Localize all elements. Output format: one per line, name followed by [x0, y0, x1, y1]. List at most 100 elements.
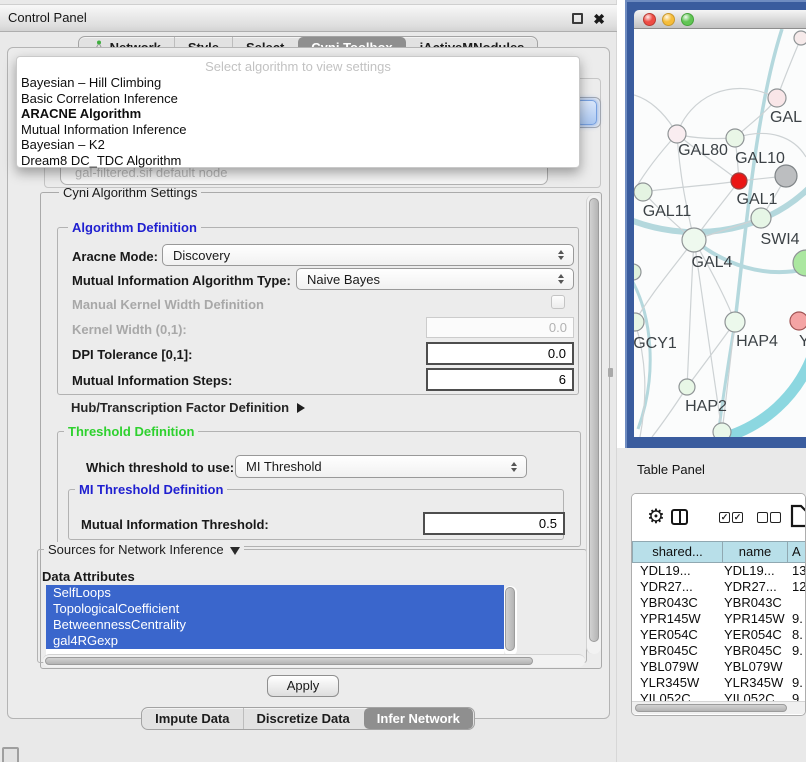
network-node[interactable]	[634, 264, 641, 280]
table-row[interactable]: YER054CYER054C8.	[632, 627, 806, 643]
dropdown-item-aracne-algorithm[interactable]: ARACNE Algorithm	[17, 106, 579, 122]
table-row[interactable]: YDL19... YDL19... 13	[632, 563, 806, 579]
mi-type-value: Naive Bayes	[307, 272, 553, 287]
network-node-label: Y	[799, 333, 806, 350]
hub-definition-expander[interactable]: Hub/Transcription Factor Definition	[71, 400, 305, 415]
float-window-icon[interactable]	[572, 13, 583, 24]
attribute-item-topologicalcoefficient[interactable]: TopologicalCoefficient	[46, 601, 504, 617]
expand-right-icon	[297, 403, 305, 413]
which-threshold-combo[interactable]: MI Threshold	[235, 455, 527, 478]
mi-threshold-field[interactable]: 0.5	[423, 512, 565, 535]
aracne-mode-combo[interactable]: Discovery	[162, 244, 574, 266]
table-cell: YDL19...	[640, 563, 691, 579]
settings-horizontal-scrollbar[interactable]	[43, 654, 585, 667]
network-node[interactable]	[634, 313, 644, 331]
tab-discretize-data[interactable]: Discretize Data	[243, 708, 363, 729]
attribute-item-betweennesscentrality[interactable]: BetweennessCentrality	[46, 617, 504, 633]
mi-steps-field[interactable]: 6	[426, 368, 574, 391]
table-hscroll-thumb[interactable]	[635, 704, 787, 712]
column-header-shared[interactable]: shared...	[632, 541, 723, 563]
file-icon[interactable]	[790, 504, 806, 531]
table-row[interactable]: YBR045CYBR045C9.	[632, 643, 806, 659]
which-threshold-label: Which threshold to use:	[86, 460, 234, 475]
zoom-traffic-light-icon[interactable]	[681, 13, 694, 26]
table-row[interactable]: YBR043CYBR043C	[632, 595, 806, 611]
unchecked-box-icon[interactable]	[757, 512, 768, 523]
dropdown-item-mutual-information-inference[interactable]: Mutual Information Inference	[17, 122, 579, 138]
settings-vscroll-thumb[interactable]	[589, 198, 599, 642]
table-header: shared...nameA	[632, 541, 806, 563]
network-svg: GALGAL80GAL10GAL1GAL11SWI4GAL4GCY1HAP4YH…	[634, 29, 806, 437]
algorithm-dropdown-list: Bayesian – Hill ClimbingBasic Correlatio…	[17, 75, 579, 168]
split-columns-icon[interactable]	[671, 509, 688, 525]
column-header-name[interactable]: name	[723, 541, 788, 563]
network-canvas[interactable]: GALGAL80GAL10GAL1GAL11SWI4GAL4GCY1HAP4YH…	[634, 29, 806, 437]
network-node[interactable]	[775, 165, 797, 187]
dropdown-item-bayesian-hill-climbing[interactable]: Bayesian – Hill Climbing	[17, 75, 579, 91]
table-panel: Table Panel ⚙ ✓ ✓ shared...nameA YDL19..…	[617, 448, 806, 762]
bottom-tab-bar: Impute Data Discretize Data Infer Network	[0, 707, 616, 730]
table-cell: YBL079W	[640, 659, 699, 675]
sources-title[interactable]: Sources for Network Inference	[44, 542, 244, 557]
attribute-item-gal4rgexp[interactable]: gal4RGexp	[46, 633, 504, 649]
checked-box-icon[interactable]: ✓	[719, 512, 730, 523]
list-vertical-scrollbar[interactable]	[504, 586, 517, 656]
dropdown-item-basic-correlation-inference[interactable]: Basic Correlation Inference	[17, 91, 579, 107]
cyni-algorithm-settings: Cyni Algorithm Settings Algorithm Defini…	[40, 192, 602, 669]
table-row[interactable]: YBL079WYBL079W	[632, 659, 806, 675]
network-node[interactable]	[731, 173, 747, 189]
panel-resize-handle[interactable]	[608, 368, 613, 377]
tab-infer-network[interactable]: Infer Network	[364, 708, 473, 729]
network-node[interactable]	[790, 312, 806, 330]
network-node[interactable]	[634, 183, 652, 201]
attribute-item-selfloops[interactable]: SelfLoops	[46, 585, 504, 601]
unchecked-box-icon[interactable]	[770, 512, 781, 523]
gear-icon[interactable]: ⚙	[647, 506, 665, 528]
checked-box-icon[interactable]: ✓	[732, 512, 743, 523]
settings-vertical-scrollbar[interactable]	[586, 195, 601, 654]
network-node[interactable]	[726, 129, 744, 147]
network-node[interactable]	[794, 31, 806, 45]
network-node[interactable]	[682, 228, 706, 252]
dpi-tolerance-field[interactable]: 0.0	[426, 342, 574, 365]
dropdown-item-bayesian-k2[interactable]: Bayesian – K2	[17, 137, 579, 153]
table-row[interactable]: YLR345WYLR345W9.	[632, 675, 806, 691]
network-window-titlebar[interactable]	[634, 10, 806, 29]
dock-panel-icon[interactable]	[2, 747, 19, 762]
table-panel-title: Table Panel	[637, 462, 705, 477]
dropdown-placeholder: Select algorithm to view settings	[17, 59, 579, 75]
table-horizontal-scrollbar[interactable]	[632, 701, 806, 714]
mi-threshold-title: MI Threshold Definition	[75, 482, 227, 497]
kernel-width-field[interactable]: 0.0	[426, 317, 574, 338]
apply-button[interactable]: Apply	[267, 675, 339, 697]
dropdown-item-dream8-dc-tdc-algorithm[interactable]: Dream8 DC_TDC Algorithm	[17, 153, 579, 169]
mi-type-combo[interactable]: Naive Bayes	[296, 268, 574, 290]
table-cell: 13	[792, 563, 806, 579]
algorithm-definition-title: Algorithm Definition	[68, 220, 201, 235]
table-cell: YDR27...	[724, 579, 777, 595]
threshold-definition-title: Threshold Definition	[64, 424, 198, 439]
table-row[interactable]: YDR27...YDR27...12	[632, 579, 806, 595]
close-traffic-light-icon[interactable]	[643, 13, 656, 26]
close-icon[interactable]: ✖	[593, 8, 605, 30]
settings-hscroll-thumb[interactable]	[45, 657, 533, 665]
minimize-traffic-light-icon[interactable]	[662, 13, 675, 26]
network-node[interactable]	[713, 423, 731, 437]
manual-kernel-checkbox[interactable]	[551, 295, 565, 309]
network-node[interactable]	[725, 312, 745, 332]
table-cell: YBR045C	[640, 643, 698, 659]
network-node[interactable]	[768, 89, 786, 107]
tab-label: Discretize Data	[257, 711, 350, 726]
list-scrollbar-thumb[interactable]	[505, 587, 515, 651]
stepper-icon	[553, 274, 569, 284]
table-cell: YDL19...	[724, 563, 775, 579]
expand-down-icon	[230, 547, 240, 555]
network-node[interactable]	[751, 208, 771, 228]
network-node[interactable]	[679, 379, 695, 395]
network-node-label: GCY1	[634, 335, 677, 352]
table-row[interactable]: YPR145WYPR145W9.	[632, 611, 806, 627]
which-threshold-value: MI Threshold	[246, 459, 506, 474]
network-node[interactable]	[668, 125, 686, 143]
tab-impute-data[interactable]: Impute Data	[142, 708, 242, 729]
column-header-a[interactable]: A	[788, 541, 806, 563]
